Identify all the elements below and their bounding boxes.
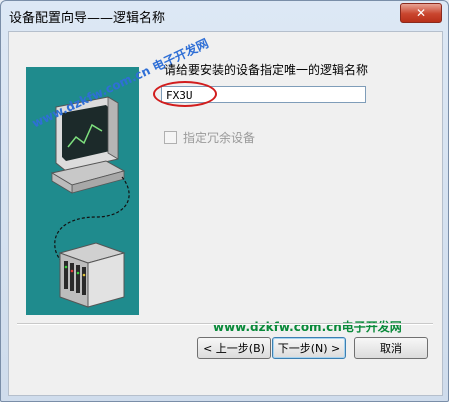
redundant-device-label: 指定冗余设备 bbox=[183, 131, 256, 145]
back-button[interactable]: < 上一步(B) bbox=[197, 337, 271, 359]
window-title: 设备配置向导——逻辑名称 bbox=[9, 11, 166, 26]
cancel-button[interactable]: 取消 bbox=[354, 337, 428, 359]
highlight-circle-annotation bbox=[153, 81, 217, 107]
logical-name-prompt: 请给要安装的设备指定唯一的逻辑名称 bbox=[164, 63, 369, 77]
title-bar[interactable]: 设备配置向导——逻辑名称 ✕ bbox=[1, 1, 448, 31]
dialog-window: 设备配置向导——逻辑名称 ✕ www.dzkfw.com.cn 电子开发网 请给… bbox=[0, 0, 449, 402]
plc-rack-icon bbox=[58, 242, 126, 308]
redundant-device-option: 指定冗余设备 bbox=[164, 129, 255, 146]
redundant-device-checkbox[interactable] bbox=[164, 131, 177, 144]
next-button[interactable]: 下一步(N) > bbox=[272, 337, 346, 359]
button-divider bbox=[17, 323, 433, 325]
watermark-bottom: www.dzkfw.com.cn电子开发网 bbox=[213, 320, 402, 334]
close-button[interactable]: ✕ bbox=[400, 3, 442, 23]
close-icon: ✕ bbox=[415, 6, 427, 20]
